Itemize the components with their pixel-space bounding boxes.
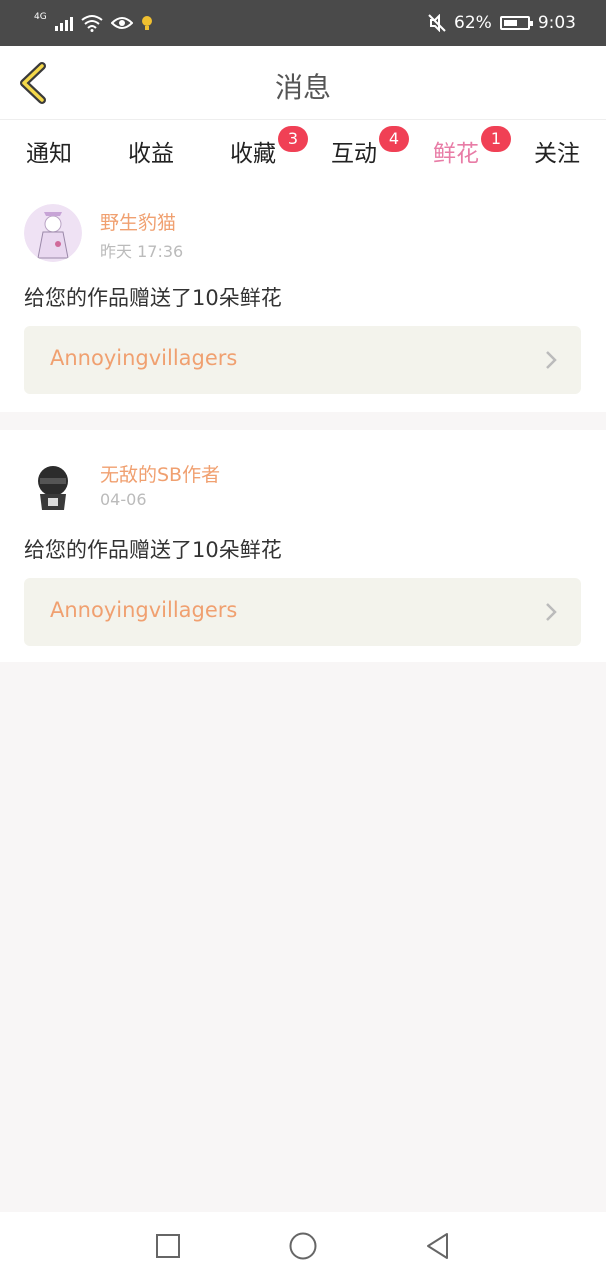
status-bar: 4G 62% 9:03 (0, 0, 606, 46)
signal-icon (54, 15, 73, 31)
work-title: Annoyingvillagers (50, 598, 238, 622)
chevron-right-icon (546, 603, 557, 621)
bulb-icon (141, 16, 152, 30)
status-left: 4G (34, 10, 153, 36)
message-card: 无敌的SB作者 04-06 给您的作品赠送了10朵鲜花 Annoyingvill… (0, 430, 606, 662)
tab-label: 通知 (26, 141, 72, 167)
recents-square-icon[interactable] (152, 1230, 184, 1262)
timestamp: 昨天 17:36 (100, 242, 184, 261)
app-header: 消息 (0, 46, 606, 120)
user-avatar[interactable] (24, 204, 82, 262)
tab-label: 鲜花 (433, 141, 479, 167)
message-text: 给您的作品赠送了10朵鲜花 (24, 286, 282, 310)
work-link[interactable]: Annoyingvillagers (24, 326, 581, 394)
message-card: 野生豹猫 昨天 17:36 给您的作品赠送了10朵鲜花 Annoyingvill… (0, 178, 606, 412)
eye-icon (110, 17, 133, 29)
network-type: 4G (34, 12, 47, 22)
mute-icon (428, 14, 446, 32)
timestamp: 04-06 (100, 490, 147, 509)
status-right: 62% 9:03 (428, 10, 576, 36)
username[interactable]: 野生豹猫 (100, 208, 176, 235)
unread-badge: 4 (379, 126, 409, 152)
user-avatar[interactable] (24, 456, 82, 514)
tab-label: 收藏 (230, 141, 276, 167)
tab-notice[interactable]: 通知 (14, 134, 84, 168)
battery-percent: 62% (454, 13, 492, 33)
username[interactable]: 无敌的SB作者 (100, 460, 220, 487)
work-link[interactable]: Annoyingvillagers (24, 578, 581, 646)
clock: 9:03 (537, 13, 576, 33)
message-text: 给您的作品赠送了10朵鲜花 (24, 538, 282, 562)
tab-interaction[interactable]: 互动 4 (319, 126, 409, 168)
tab-follow[interactable]: 关注 (522, 134, 592, 168)
unread-badge: 1 (481, 126, 511, 152)
tab-label: 收益 (128, 141, 174, 167)
system-nav-bar (0, 1212, 606, 1280)
page-title: 消息 (274, 71, 331, 104)
tab-label: 关注 (534, 141, 580, 167)
tab-earnings[interactable]: 收益 (116, 134, 186, 168)
chevron-right-icon (546, 351, 557, 369)
tab-flowers[interactable]: 鲜花 1 (421, 126, 511, 185)
home-circle-icon[interactable] (287, 1230, 319, 1262)
battery-icon (499, 16, 533, 30)
wifi-icon (81, 15, 103, 32)
unread-badge: 3 (278, 126, 308, 152)
work-title: Annoyingvillagers (50, 346, 238, 370)
tab-favorites[interactable]: 收藏 3 (218, 126, 308, 168)
tab-bar: 通知 收益 收藏 3 互动 4 鲜花 1 关注 (0, 120, 606, 185)
back-triangle-icon[interactable] (422, 1230, 454, 1262)
tab-label: 互动 (331, 141, 377, 167)
